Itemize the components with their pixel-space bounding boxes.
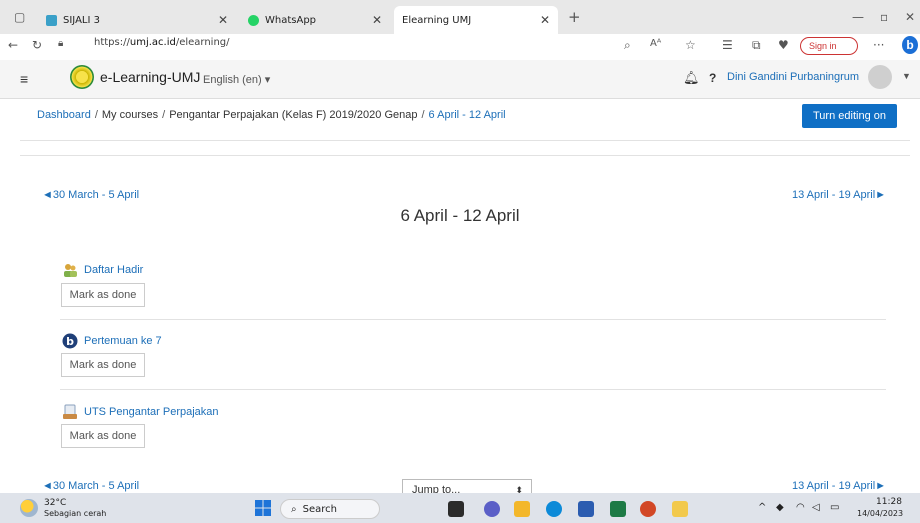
extensions-icon[interactable]: ♥	[778, 38, 789, 52]
mark-as-done-button[interactable]: Mark as done	[61, 424, 145, 448]
help-icon[interactable]: ?	[709, 71, 716, 85]
clock-date[interactable]: 14/04/2023	[857, 509, 903, 518]
activity-daftar-hadir[interactable]: Daftar Hadir	[62, 262, 143, 278]
site-name[interactable]: e-Learning-UMJ	[100, 69, 200, 85]
site-info-icon[interactable]: 🔒︎	[58, 38, 63, 49]
week-title: 6 April - 12 April	[400, 206, 520, 225]
activity-link: Daftar Hadir	[84, 264, 144, 276]
next-week-link[interactable]: 13 April - 19 April►	[792, 189, 886, 201]
file-explorer-icon[interactable]	[514, 501, 530, 517]
taskbar-search[interactable]: ⌕ Search	[280, 499, 380, 519]
favorite-icon[interactable]: ☆	[685, 38, 696, 52]
menu-toggle-icon[interactable]: ≡	[20, 71, 28, 87]
url-domain: umj.ac.id	[129, 37, 176, 48]
whatsapp-favicon-icon	[248, 14, 259, 26]
tray-app-icon[interactable]: ◆	[776, 502, 784, 513]
edge-icon[interactable]	[546, 501, 562, 517]
tab-sijali[interactable]: SIJALI 3 ✕	[38, 6, 236, 34]
chevron-down-icon[interactable]: ▼	[902, 71, 911, 81]
clock-time[interactable]: 11:28	[876, 497, 902, 507]
notifications-bell-icon[interactable]: 🔔︎	[683, 70, 700, 86]
read-aloud-icon[interactable]: ⌕	[624, 38, 631, 53]
refresh-icon[interactable]: ↻	[32, 38, 42, 52]
store-icon[interactable]	[672, 501, 688, 517]
breadcrumb-separator: /	[94, 109, 98, 121]
umj-logo-icon[interactable]	[70, 65, 94, 89]
divider	[60, 389, 886, 390]
more-menu-icon[interactable]: ···	[873, 38, 884, 52]
powerpoint-icon[interactable]	[640, 501, 656, 517]
maximize-icon[interactable]: ▫	[880, 10, 888, 24]
start-icon[interactable]	[255, 500, 271, 516]
minimize-icon[interactable]: —	[852, 10, 864, 24]
activity-link: UTS Pengantar Perpajakan	[84, 406, 219, 418]
more-label: ···	[873, 38, 885, 52]
turn-editing-on-button[interactable]: Turn editing on	[802, 104, 897, 128]
language-selector[interactable]: English (en) ▾	[203, 73, 270, 86]
read-mode-icon[interactable]: Aᴬ	[650, 38, 661, 49]
taskbar-search-label: Search	[302, 503, 337, 515]
back-icon[interactable]: ←	[8, 38, 18, 52]
activity-uts[interactable]: UTS Pengantar Perpajakan	[62, 404, 219, 420]
system-tray-chevron-icon[interactable]: ^	[758, 502, 766, 513]
weather-desc: Sebagian cerah	[44, 509, 107, 518]
sijali-favicon-icon	[46, 14, 57, 26]
next-week-link-bottom[interactable]: 13 April - 19 April►	[792, 480, 886, 492]
task-view-icon[interactable]	[448, 501, 464, 517]
favorites-bar-icon[interactable]: ☰	[722, 38, 733, 52]
tab-label: SIJALI 3	[63, 14, 100, 26]
activity-link: Pertemuan ke 7	[84, 335, 162, 347]
volume-icon[interactable]: ◁	[812, 502, 820, 513]
url-path: /elearning/	[175, 37, 230, 48]
url-field[interactable]: https://umj.ac.id/elearning/	[94, 37, 230, 48]
tab-actions-icon[interactable]: ▢	[14, 10, 25, 24]
tab-label: WhatsApp	[265, 14, 317, 26]
weather-icon[interactable]	[20, 499, 38, 517]
user-menu-name[interactable]: Dini Gandini Purbaningrum	[727, 71, 859, 83]
avatar[interactable]	[868, 65, 892, 89]
tab-whatsapp[interactable]: WhatsApp ✕	[240, 6, 390, 34]
breadcrumb-separator: /	[421, 109, 425, 121]
breadcrumb-separator: /	[162, 109, 166, 121]
teams-chat-icon[interactable]	[484, 501, 500, 517]
activity-pertemuan-7[interactable]: b Pertemuan ke 7	[62, 333, 162, 349]
weather-temp: 32°C	[44, 498, 67, 508]
battery-icon[interactable]: ▭	[830, 502, 839, 513]
mark-as-done-button[interactable]: Mark as done	[61, 353, 145, 377]
sign-in-label: Sign in	[809, 41, 837, 51]
excel-icon[interactable]	[610, 501, 626, 517]
mark-as-done-button[interactable]: Mark as done	[61, 283, 145, 307]
close-window-icon[interactable]: ✕	[905, 10, 915, 24]
divider	[20, 155, 910, 156]
prev-week-link-bottom[interactable]: ◄30 March - 5 April	[42, 480, 139, 492]
bigbluebutton-icon: b	[62, 333, 78, 349]
wifi-icon[interactable]: ◠	[796, 502, 805, 513]
tab-label: Elearning UMJ	[402, 14, 472, 26]
breadcrumb-week[interactable]: 6 April - 12 April	[429, 109, 506, 121]
breadcrumb-my-courses[interactable]: My courses	[102, 109, 158, 121]
collections-icon[interactable]: ⧉	[752, 38, 761, 53]
breadcrumb: Dashboard / My courses / Pengantar Perpajaka…	[37, 109, 506, 121]
close-tab-icon[interactable]: ✕	[372, 13, 382, 27]
tab-elearning[interactable]: Elearning UMJ ✕	[394, 6, 558, 34]
breadcrumb-dashboard[interactable]: Dashboard	[37, 109, 91, 121]
close-tab-icon[interactable]: ✕	[218, 13, 228, 27]
prev-week-link[interactable]: ◄30 March - 5 April	[42, 189, 139, 201]
bing-icon[interactable]: b	[902, 36, 918, 54]
divider	[60, 319, 886, 320]
search-icon: ⌕	[291, 503, 297, 515]
breadcrumb-course[interactable]: Pengantar Perpajakan (Kelas F) 2019/2020…	[169, 109, 417, 121]
sign-in-button[interactable]: Sign in	[800, 37, 858, 55]
url-prefix: https://	[94, 37, 130, 48]
close-tab-icon[interactable]: ✕	[540, 13, 550, 27]
svg-text:b: b	[66, 335, 74, 348]
attendance-icon	[62, 262, 78, 278]
divider	[20, 140, 910, 141]
new-tab-icon[interactable]: +	[568, 8, 581, 26]
word-icon[interactable]	[578, 501, 594, 517]
assignment-icon	[62, 404, 78, 420]
